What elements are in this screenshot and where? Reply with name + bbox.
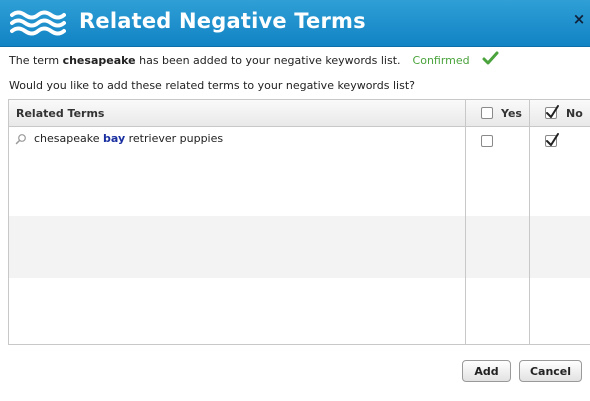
waves-logo-icon [10, 10, 66, 36]
confirmation-message: The term chesapeake has been added to yo… [9, 54, 470, 67]
column-header-no: No [566, 107, 583, 120]
checkmark-icon [546, 133, 559, 146]
column-header-related-terms: Related Terms [16, 107, 105, 120]
cancel-button[interactable]: Cancel [519, 360, 582, 382]
checkmark-icon [546, 105, 559, 118]
message-suffix: has been added to your negative keywords… [135, 54, 401, 67]
column-header-yes: Yes [501, 107, 522, 120]
row-yes-checkbox[interactable] [481, 135, 493, 147]
term-part: retriever puppies [125, 132, 224, 145]
confirmed-status: Confirmed [412, 54, 470, 67]
question-text: Would you like to add these related term… [9, 79, 415, 92]
dialog-title: Related Negative Terms [79, 9, 366, 33]
related-term-text: chesapeake bay retriever puppies [34, 132, 223, 145]
message-prefix: The term [9, 54, 63, 67]
add-button[interactable]: Add [462, 360, 511, 382]
search-icon [15, 134, 26, 145]
term-highlight: bay [103, 132, 126, 145]
dialog-header: Related Negative Terms × [0, 0, 590, 47]
row-stripe [9, 216, 590, 278]
message-term: chesapeake [62, 54, 136, 67]
column-divider [529, 100, 530, 344]
confirmed-check-icon [482, 51, 499, 65]
close-icon[interactable]: × [572, 12, 586, 27]
column-divider [465, 100, 466, 344]
select-all-yes-checkbox[interactable] [481, 107, 493, 119]
grid-header: Related Terms Yes No [9, 100, 590, 127]
row-no-checkbox[interactable] [545, 133, 559, 147]
related-terms-grid: Related Terms Yes No chesapeake bay retr… [8, 99, 590, 345]
term-part: chesapeake [34, 132, 103, 145]
select-all-no-checkbox[interactable] [545, 105, 559, 119]
